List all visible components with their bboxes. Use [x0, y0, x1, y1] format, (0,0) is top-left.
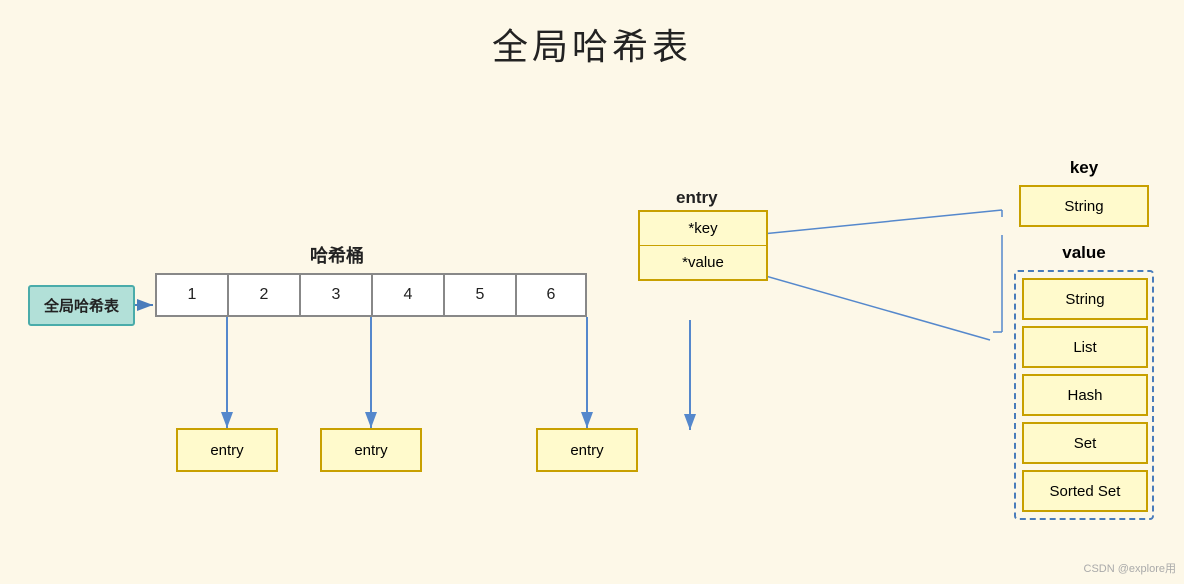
- entry-main-box: *key *value: [638, 210, 768, 281]
- watermark: CSDN @explore用: [1084, 560, 1176, 576]
- entry-label-above: entry: [676, 188, 718, 208]
- arrows-svg: [0, 70, 1184, 584]
- bucket-cell-3: 3: [299, 273, 371, 317]
- diagram: 全局哈希表 哈希桶 1 2 3 4 5 6 entry *key *value …: [0, 70, 1184, 580]
- bucket-cell-1: 1: [155, 273, 227, 317]
- bucket-cell-4: 4: [371, 273, 443, 317]
- bucket-cell-6: 6: [515, 273, 587, 317]
- entry-value-row: *value: [640, 246, 766, 279]
- bucket-cell-5: 5: [443, 273, 515, 317]
- key-section: key String value String List Hash Set So…: [1014, 158, 1154, 520]
- value-set-box: Set: [1022, 422, 1148, 464]
- key-string-box: String: [1019, 185, 1149, 227]
- value-label: value: [1014, 243, 1154, 263]
- global-hashtable-box: 全局哈希表: [28, 285, 135, 326]
- bucket-label: 哈希桶: [310, 242, 364, 268]
- bottom-entry-1: entry: [176, 428, 278, 472]
- bucket-row: 1 2 3 4 5 6: [155, 273, 587, 317]
- value-string-box: String: [1022, 278, 1148, 320]
- value-list-box: List: [1022, 326, 1148, 368]
- value-types-dashed: String List Hash Set Sorted Set: [1014, 270, 1154, 520]
- bottom-entry-3: entry: [536, 428, 638, 472]
- page-title: 全局哈希表: [0, 0, 1184, 70]
- bucket-cell-2: 2: [227, 273, 299, 317]
- value-sortedset-box: Sorted Set: [1022, 470, 1148, 512]
- key-label: key: [1014, 158, 1154, 178]
- bottom-entry-2: entry: [320, 428, 422, 472]
- entry-key-row: *key: [640, 212, 766, 246]
- value-hash-box: Hash: [1022, 374, 1148, 416]
